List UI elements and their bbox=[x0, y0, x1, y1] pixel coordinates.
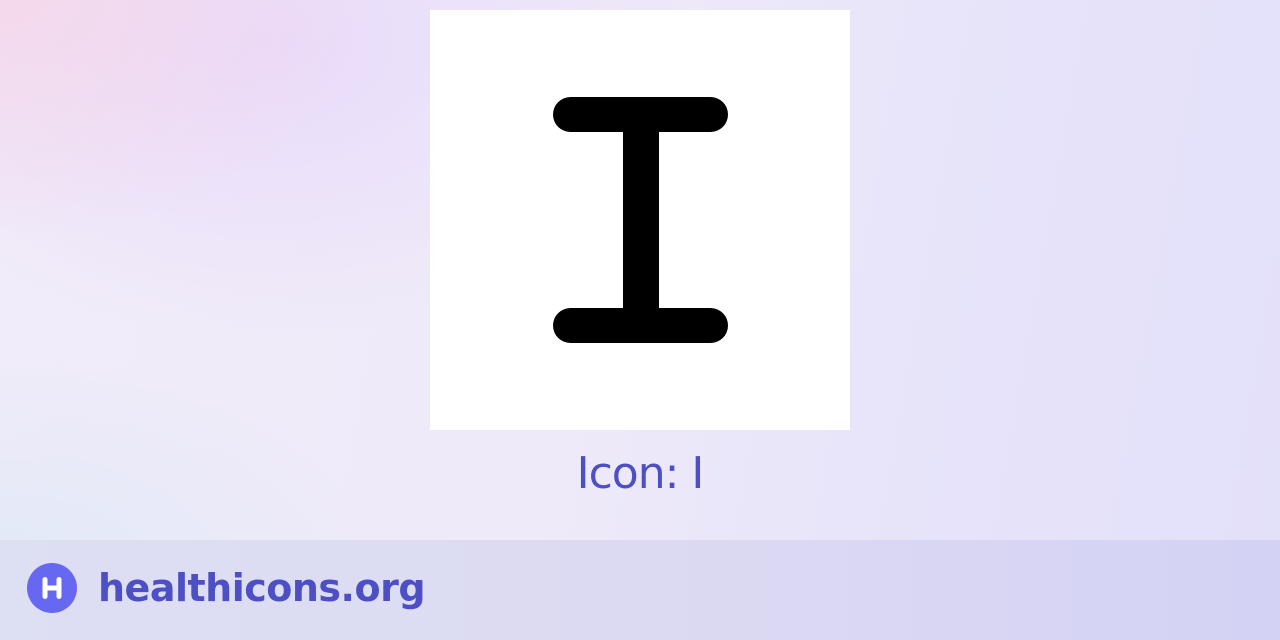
footer-bar: healthicons.org bbox=[0, 540, 1280, 640]
hero-section: Icon: I bbox=[0, 0, 1280, 540]
letter-i-icon bbox=[553, 97, 728, 343]
site-name-link[interactable]: healthicons.org bbox=[98, 564, 426, 612]
icon-preview-card bbox=[430, 10, 850, 430]
healthicons-logo-icon[interactable] bbox=[27, 563, 77, 613]
icon-caption: Icon: I bbox=[576, 448, 705, 499]
